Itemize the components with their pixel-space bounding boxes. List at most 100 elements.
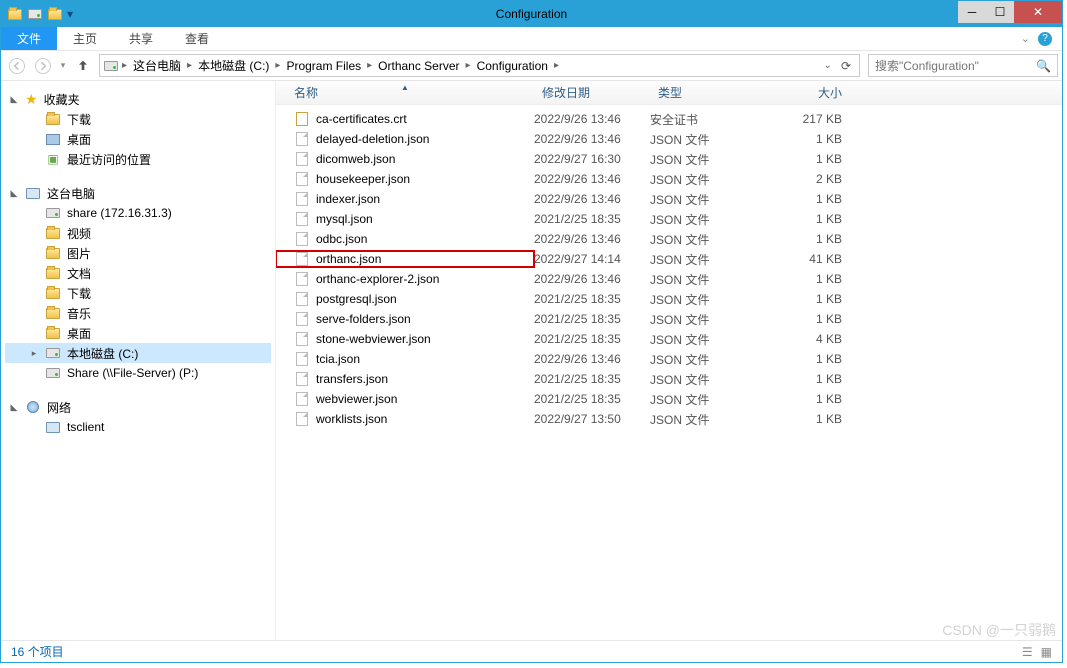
tree-item[interactable]: 桌面 <box>5 323 271 343</box>
help-icon[interactable]: ? <box>1038 32 1052 46</box>
minimize-button[interactable]: ─ <box>958 1 986 23</box>
tree-item[interactable]: 视频 <box>5 223 271 243</box>
props-icon[interactable] <box>47 6 63 22</box>
file-row[interactable]: dicomweb.json2022/9/27 16:30JSON 文件1 KB <box>276 149 1062 169</box>
search-input[interactable] <box>875 59 1036 73</box>
content-area: ▲ 名称 修改日期 类型 大小 ca-certificates.crt2022/… <box>276 81 1062 640</box>
file-name-cell[interactable]: transfers.json <box>276 371 534 387</box>
thumbnail-view-icon[interactable]: ▦ <box>1041 645 1052 659</box>
file-size: 217 KB <box>770 112 850 126</box>
tree-item[interactable]: 图片 <box>5 243 271 263</box>
tab-share[interactable]: 共享 <box>113 27 169 50</box>
file-list[interactable]: ca-certificates.crt2022/9/26 13:46安全证书21… <box>276 105 1062 640</box>
breadcrumb-sep-icon[interactable]: ▸ <box>365 60 374 71</box>
breadcrumb[interactable]: ▸ 这台电脑▸本地磁盘 (C:)▸Program Files▸Orthanc S… <box>99 54 860 77</box>
maximize-button[interactable]: ☐ <box>986 1 1014 23</box>
file-row[interactable]: orthanc-explorer-2.json2022/9/26 13:46JS… <box>276 269 1062 289</box>
file-size: 1 KB <box>770 312 850 326</box>
file-type: JSON 文件 <box>650 331 770 348</box>
tree-item[interactable]: ▣最近访问的位置 <box>5 149 271 169</box>
file-name-cell[interactable]: serve-folders.json <box>276 311 534 327</box>
up-button[interactable] <box>71 54 95 78</box>
column-headers[interactable]: ▲ 名称 修改日期 类型 大小 <box>276 81 1062 105</box>
file-name-cell[interactable]: housekeeper.json <box>276 171 534 187</box>
file-row[interactable]: mysql.json2021/2/25 18:35JSON 文件1 KB <box>276 209 1062 229</box>
header-date[interactable]: 修改日期 <box>534 84 650 101</box>
file-row[interactable]: postgresql.json2021/2/25 18:35JSON 文件1 K… <box>276 289 1062 309</box>
tree-item[interactable]: share (172.16.31.3) <box>5 203 271 223</box>
file-row[interactable]: ca-certificates.crt2022/9/26 13:46安全证书21… <box>276 109 1062 129</box>
breadcrumb-segment[interactable]: 本地磁盘 (C:) <box>194 57 273 74</box>
file-row[interactable]: indexer.json2022/9/26 13:46JSON 文件1 KB <box>276 189 1062 209</box>
close-button[interactable]: ✕ <box>1014 1 1062 23</box>
breadcrumb-sep-icon[interactable]: ▸ <box>464 60 473 71</box>
breadcrumb-segment[interactable]: Configuration <box>473 59 552 73</box>
back-button[interactable] <box>5 54 29 78</box>
file-date: 2021/2/25 18:35 <box>534 212 650 226</box>
file-row[interactable]: delayed-deletion.json2022/9/26 13:46JSON… <box>276 129 1062 149</box>
tree-item-label: 视频 <box>67 225 91 242</box>
network-header[interactable]: ◣ 网络 <box>5 397 271 417</box>
this-pc-header[interactable]: ◣ 这台电脑 <box>5 183 271 203</box>
tree-item[interactable]: Share (\\File-Server) (P:) <box>5 363 271 383</box>
file-icon <box>294 411 310 427</box>
tab-file[interactable]: 文件 <box>1 27 57 50</box>
file-name-cell[interactable]: dicomweb.json <box>276 151 534 167</box>
file-row[interactable]: serve-folders.json2021/2/25 18:35JSON 文件… <box>276 309 1062 329</box>
file-name-cell[interactable]: mysql.json <box>276 211 534 227</box>
file-name-cell[interactable]: tcia.json <box>276 351 534 367</box>
tree-item[interactable]: 下载 <box>5 109 271 129</box>
file-name-cell[interactable]: postgresql.json <box>276 291 534 307</box>
breadcrumb-sep-icon[interactable]: ▸ <box>185 60 194 71</box>
file-row[interactable]: stone-webviewer.json2021/2/25 18:35JSON … <box>276 329 1062 349</box>
search-icon[interactable]: 🔍 <box>1036 59 1051 73</box>
tree-item[interactable]: tsclient <box>5 417 271 437</box>
file-row[interactable]: housekeeper.json2022/9/26 13:46JSON 文件2 … <box>276 169 1062 189</box>
file-name-cell[interactable]: stone-webviewer.json <box>276 331 534 347</box>
forward-button[interactable] <box>31 54 55 78</box>
file-name-cell[interactable]: odbc.json <box>276 231 534 247</box>
tree-item[interactable]: 桌面 <box>5 129 271 149</box>
file-row[interactable]: webviewer.json2021/2/25 18:35JSON 文件1 KB <box>276 389 1062 409</box>
tab-view[interactable]: 查看 <box>169 27 225 50</box>
refresh-button[interactable]: ⟳ <box>837 59 855 73</box>
breadcrumb-segment[interactable]: 这台电脑 <box>129 57 185 74</box>
file-name: tcia.json <box>316 352 360 366</box>
file-name-cell[interactable]: webviewer.json <box>276 391 534 407</box>
breadcrumb-segment[interactable]: Program Files <box>282 59 365 73</box>
breadcrumb-sep-icon[interactable]: ▸ <box>552 60 561 71</box>
tree-item[interactable]: 文档 <box>5 263 271 283</box>
file-size: 1 KB <box>770 152 850 166</box>
navigation-pane[interactable]: ◣ ★ 收藏夹 下载桌面▣最近访问的位置 ◣ 这台电脑 share (172.1… <box>1 81 276 640</box>
breadcrumb-segment[interactable]: Orthanc Server <box>374 59 463 73</box>
file-name-cell[interactable]: orthanc.json <box>276 251 534 267</box>
file-row[interactable]: worklists.json2022/9/27 13:50JSON 文件1 KB <box>276 409 1062 429</box>
breadcrumb-sep-icon[interactable]: ▸ <box>273 60 282 71</box>
recent-dropdown[interactable]: ▾ <box>57 54 69 78</box>
favorites-header[interactable]: ◣ ★ 收藏夹 <box>5 89 271 109</box>
details-view-icon[interactable]: ☰ <box>1022 645 1033 659</box>
header-size[interactable]: 大小 <box>770 84 850 101</box>
body: ◣ ★ 收藏夹 下载桌面▣最近访问的位置 ◣ 这台电脑 share (172.1… <box>1 81 1062 640</box>
expand-ribbon-icon[interactable]: ⌄ <box>1021 32 1030 45</box>
file-name-cell[interactable]: ca-certificates.crt <box>276 111 534 127</box>
title-bar[interactable]: ▾ Configuration ─ ☐ ✕ <box>1 1 1062 27</box>
file-row[interactable]: odbc.json2022/9/26 13:46JSON 文件1 KB <box>276 229 1062 249</box>
tree-item[interactable]: 音乐 <box>5 303 271 323</box>
file-row[interactable]: tcia.json2022/9/26 13:46JSON 文件1 KB <box>276 349 1062 369</box>
tree-item[interactable]: 下载 <box>5 283 271 303</box>
file-name-cell[interactable]: delayed-deletion.json <box>276 131 534 147</box>
file-row[interactable]: transfers.json2021/2/25 18:35JSON 文件1 KB <box>276 369 1062 389</box>
file-date: 2022/9/26 13:46 <box>534 192 650 206</box>
breadcrumb-sep[interactable]: ▸ <box>120 60 129 71</box>
file-name-cell[interactable]: orthanc-explorer-2.json <box>276 271 534 287</box>
file-name-cell[interactable]: worklists.json <box>276 411 534 427</box>
address-dropdown-icon[interactable]: ⌄ <box>821 60 835 71</box>
file-row[interactable]: orthanc.json2022/9/27 14:14JSON 文件41 KB <box>276 249 1062 269</box>
header-name[interactable]: ▲ 名称 <box>276 84 534 101</box>
search-box[interactable]: 🔍 <box>868 54 1058 77</box>
file-name-cell[interactable]: indexer.json <box>276 191 534 207</box>
tree-item[interactable]: ▸本地磁盘 (C:) <box>5 343 271 363</box>
header-type[interactable]: 类型 <box>650 84 770 101</box>
tab-home[interactable]: 主页 <box>57 27 113 50</box>
